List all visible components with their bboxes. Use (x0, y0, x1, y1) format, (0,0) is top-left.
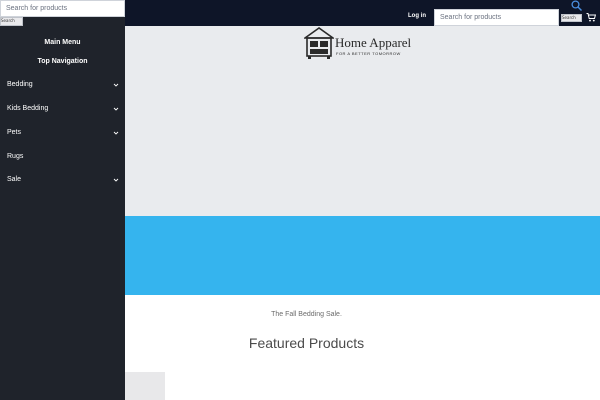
side-drawer-menu: Search for products Search Main Menu Top… (0, 0, 125, 400)
site-logo[interactable]: Home Apparel FOR A BETTER TOMORROW (302, 27, 414, 60)
drawer-item-label: Kids Bedding (7, 105, 49, 112)
drawer-item-label: Pets (7, 129, 22, 136)
drawer-item-label: Rugs (7, 153, 24, 160)
header-search-button[interactable]: Search (561, 14, 582, 22)
drawer-item-sale[interactable]: Sale (0, 172, 125, 190)
search-icon[interactable] (571, 0, 582, 11)
logo-subtitle: FOR A BETTER TOMORROW (336, 51, 401, 56)
drawer-item-bedding[interactable]: Bedding (0, 77, 125, 95)
header-search-input[interactable]: Search for products (434, 9, 559, 26)
drawer-item-pets[interactable]: Pets (0, 125, 125, 143)
chevron-down-icon[interactable] (113, 106, 119, 112)
drawer-item-rugs[interactable]: Rugs (0, 149, 125, 167)
chevron-down-icon[interactable] (113, 82, 119, 88)
featured-products-heading: Featured Products (248, 335, 365, 351)
main-menu-heading[interactable]: Main Menu (0, 39, 125, 46)
promo-banner[interactable] (125, 216, 600, 295)
sale-tagline: The Fall Bedding Sale. (271, 311, 342, 318)
drawer-item-label: Bedding (7, 81, 33, 88)
drawer-search-input[interactable]: Search for products (0, 0, 125, 17)
cart-icon[interactable] (586, 12, 596, 22)
drawer-item-kids-bedding[interactable]: Kids Bedding (0, 101, 125, 119)
chevron-down-icon[interactable] (113, 177, 119, 183)
drawer-item-label: Sale (7, 176, 22, 183)
house-icon (302, 27, 336, 59)
top-navigation-heading[interactable]: Top Navigation (0, 58, 125, 65)
chevron-down-icon[interactable] (113, 130, 119, 136)
drawer-search-button[interactable]: Search (0, 17, 23, 26)
login-link[interactable]: Log in (408, 13, 426, 19)
product-card[interactable] (125, 372, 165, 400)
logo-title: Home Apparel (335, 35, 412, 50)
